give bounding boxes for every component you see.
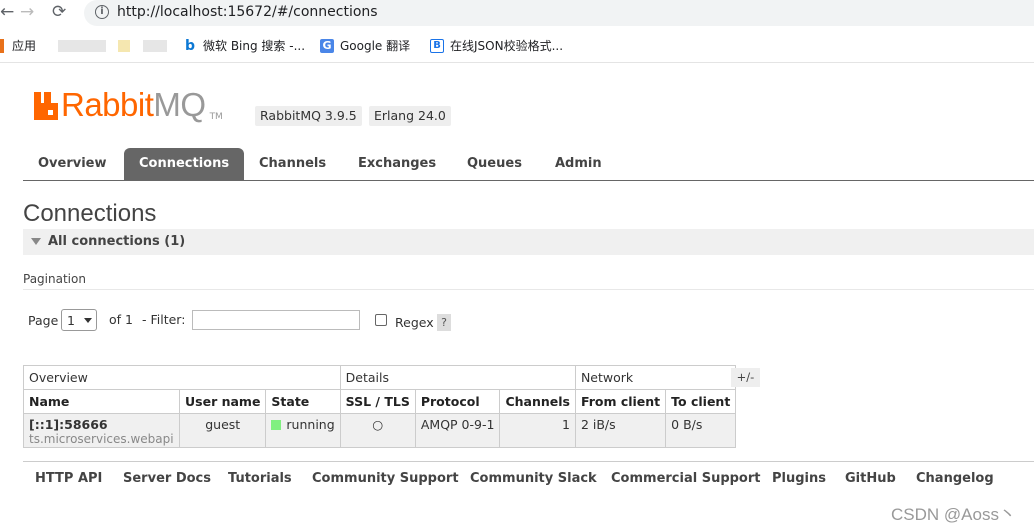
filter-label: - Filter: bbox=[142, 312, 186, 327]
pagination-divider bbox=[23, 289, 1034, 290]
section-label: All connections (1) bbox=[48, 234, 186, 249]
column-toggle-button[interactable]: +/- bbox=[731, 368, 760, 387]
regex-help-button[interactable]: ? bbox=[437, 314, 451, 331]
logo-trademark: TM bbox=[209, 112, 223, 122]
rabbitmq-version-badge: RabbitMQ 3.9.5 bbox=[255, 106, 362, 126]
connection-client-name: ts.microservices.webapi bbox=[29, 432, 174, 446]
cell-protocol: AMQP 0-9-1 bbox=[414, 413, 501, 448]
rabbitmq-logo-icon bbox=[34, 92, 58, 120]
bookmark-label: 在线JSON校验格式... bbox=[450, 39, 564, 53]
blurred-bookmark[interactable] bbox=[58, 40, 106, 52]
col-protocol[interactable]: Protocol bbox=[414, 389, 501, 414]
tab-admin[interactable]: Admin bbox=[555, 148, 602, 180]
bookmark-apps[interactable]: 应用 bbox=[0, 37, 36, 54]
col-to-client[interactable]: To client bbox=[665, 389, 737, 414]
cell-from-client: 2 iB/s bbox=[574, 413, 667, 448]
json-b-icon: B bbox=[430, 38, 444, 53]
tab-connections[interactable]: Connections bbox=[124, 148, 245, 180]
main-tabs: Overview Connections Channels Exchanges … bbox=[23, 148, 1034, 181]
tab-exchanges[interactable]: Exchanges bbox=[358, 148, 436, 180]
cell-state: running bbox=[265, 413, 341, 448]
bookmark-label: Google 翻译 bbox=[340, 39, 411, 53]
all-connections-toggle[interactable]: All connections (1) bbox=[23, 229, 1034, 255]
page-label: Page bbox=[28, 313, 59, 328]
table-header-row: Name User name State SSL / TLS Protocol … bbox=[23, 389, 737, 414]
site-info-icon[interactable]: i bbox=[95, 5, 109, 19]
chevron-down-icon bbox=[84, 318, 92, 323]
tab-overview[interactable]: Overview bbox=[38, 148, 107, 180]
connection-name-link[interactable]: [::1]:58666 bbox=[29, 417, 174, 432]
footer-divider bbox=[23, 461, 1034, 462]
group-network: Network bbox=[574, 365, 737, 390]
bookmark-label: 应用 bbox=[12, 39, 37, 53]
reload-icon[interactable]: ⟳ bbox=[52, 2, 66, 22]
url-text[interactable]: http://localhost:15672/#/connections bbox=[117, 4, 378, 20]
footer-link-github[interactable]: GitHub bbox=[845, 471, 896, 486]
blurred-bookmark[interactable] bbox=[143, 40, 167, 52]
forward-arrow-icon[interactable]: → bbox=[20, 2, 34, 22]
footer-link-server-docs[interactable]: Server Docs bbox=[123, 471, 211, 486]
logo-wordmark: RabbitMQ bbox=[61, 87, 206, 123]
footer-link-community-slack[interactable]: Community Slack bbox=[470, 471, 597, 486]
pagination-title: Pagination bbox=[23, 272, 86, 286]
rabbitmq-logo[interactable]: RabbitMQ TM bbox=[34, 87, 223, 123]
page-count-label: of 1 bbox=[109, 312, 133, 327]
footer-link-changelog[interactable]: Changelog bbox=[916, 471, 994, 486]
page-title: Connections bbox=[23, 200, 157, 227]
bookmark-bing[interactable]: b 微软 Bing 搜索 -... bbox=[183, 37, 305, 54]
cell-channels: 1 bbox=[499, 413, 576, 448]
page-select-value: 1 bbox=[67, 313, 75, 328]
erlang-version-badge: Erlang 24.0 bbox=[369, 106, 451, 126]
footer-link-community-support[interactable]: Community Support bbox=[312, 471, 459, 486]
page-select[interactable]: 1 bbox=[61, 309, 97, 331]
group-details: Details bbox=[339, 365, 576, 390]
apps-grid-icon bbox=[0, 38, 4, 53]
tab-channels[interactable]: Channels bbox=[259, 148, 326, 180]
state-text: running bbox=[286, 417, 335, 432]
footer-link-http-api[interactable]: HTTP API bbox=[35, 471, 102, 486]
cell-user: guest bbox=[178, 413, 267, 448]
bing-icon: b bbox=[183, 37, 197, 54]
regex-checkbox[interactable] bbox=[375, 314, 387, 326]
col-ssl-tls[interactable]: SSL / TLS bbox=[339, 389, 416, 414]
collapse-triangle-icon bbox=[31, 238, 41, 245]
back-arrow-icon[interactable]: ← bbox=[0, 2, 14, 22]
state-indicator bbox=[271, 420, 282, 430]
logo-mq-text: MQ bbox=[153, 86, 206, 123]
cell-name[interactable]: [::1]:58666 ts.microservices.webapi bbox=[23, 413, 180, 448]
filter-input[interactable] bbox=[192, 310, 360, 330]
bookmarks-bar: 应用 b 微软 Bing 搜索 -... G Google 翻译 B 在线JSO… bbox=[0, 30, 1034, 63]
browser-toolbar: ← → ⟳ i http://localhost:15672/#/connect… bbox=[0, 0, 1034, 26]
bookmark-google-translate[interactable]: G Google 翻译 bbox=[320, 37, 410, 54]
col-from-client[interactable]: From client bbox=[574, 389, 667, 414]
table-row[interactable]: [::1]:58666 ts.microservices.webapi gues… bbox=[23, 413, 737, 448]
footer-link-plugins[interactable]: Plugins bbox=[772, 471, 826, 486]
connections-table: Overview Details Network Name User name … bbox=[23, 365, 737, 448]
regex-label: Regex bbox=[395, 315, 434, 330]
col-channels[interactable]: Channels bbox=[499, 389, 576, 414]
cell-to-client: 0 B/s bbox=[665, 413, 737, 448]
col-user-name[interactable]: User name bbox=[178, 389, 267, 414]
bookmark-label: 微软 Bing 搜索 -... bbox=[203, 39, 306, 53]
cell-ssl: ○ bbox=[339, 413, 416, 448]
csdn-watermark: CSDN @Aoss丶 bbox=[891, 505, 1016, 524]
table-group-row: Overview Details Network bbox=[23, 365, 737, 390]
google-translate-icon: G bbox=[320, 38, 334, 53]
bookmark-json[interactable]: B 在线JSON校验格式... bbox=[430, 37, 563, 54]
group-overview: Overview bbox=[23, 365, 341, 390]
col-name[interactable]: Name bbox=[23, 389, 180, 414]
folder-icon[interactable] bbox=[118, 40, 130, 52]
tab-queues[interactable]: Queues bbox=[467, 148, 522, 180]
col-state[interactable]: State bbox=[265, 389, 341, 414]
footer-link-commercial-support[interactable]: Commercial Support bbox=[611, 471, 761, 486]
footer-link-tutorials[interactable]: Tutorials bbox=[228, 471, 292, 486]
logo-rabbit-text: Rabbit bbox=[61, 86, 154, 123]
